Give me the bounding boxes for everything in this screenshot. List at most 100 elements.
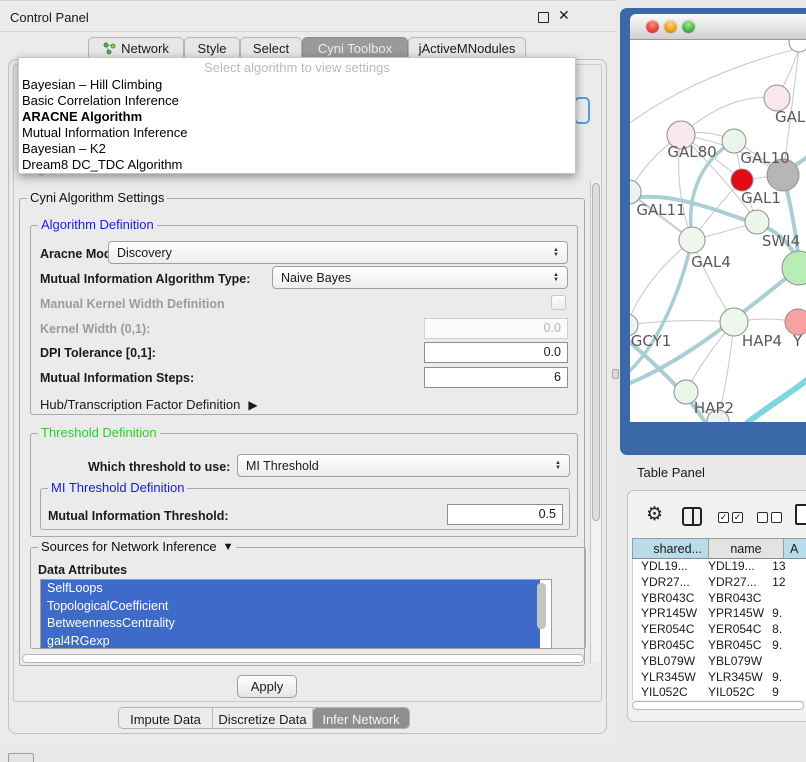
- tab-jactivemnodules[interactable]: jActiveMNodules: [408, 37, 526, 59]
- zoom-window-light[interactable]: [682, 20, 695, 33]
- table-cell: [766, 591, 806, 607]
- data-attribute-option[interactable]: SelfLoops: [41, 580, 540, 598]
- table-hscrollbar-thumb[interactable]: [632, 701, 804, 710]
- table-cell: 9.: [766, 638, 806, 654]
- settings-hscrollbar-thumb[interactable]: [22, 654, 584, 663]
- mi-threshold-input[interactable]: 0.5: [447, 504, 563, 525]
- float-window-button[interactable]: [538, 12, 549, 23]
- table-row[interactable]: YPR145WYPR145W9.: [633, 606, 806, 622]
- table-row[interactable]: YDR27...YDR27...12: [633, 575, 806, 591]
- algorithm-option[interactable]: Bayesian – Hill Climbing: [19, 77, 575, 93]
- settings-scrollbar-thumb[interactable]: [592, 183, 600, 521]
- network-node[interactable]: [745, 210, 769, 234]
- table-cell: YER054C: [633, 622, 700, 638]
- node-label-gal11: GAL11: [636, 201, 685, 219]
- data-attribute-option[interactable]: gal4RGexp: [41, 633, 540, 650]
- table-cell: YBR045C: [633, 638, 700, 654]
- export-table-icon[interactable]: [795, 504, 806, 525]
- stepper-icon: ▲ ▼: [553, 273, 559, 283]
- table-row[interactable]: YDL19...YDL19...13: [633, 559, 806, 575]
- dpi-tolerance-input[interactable]: 0.0: [424, 342, 568, 363]
- node-label-gal10: GAL10: [740, 149, 789, 167]
- tab-network[interactable]: Network: [88, 37, 184, 59]
- network-node-gal1[interactable]: [731, 169, 753, 191]
- network-edge[interactable]: [630, 240, 692, 325]
- application: Control Panel ✕ Network Style Select Cyni T…: [0, 0, 806, 762]
- table-cell: 9.: [766, 670, 806, 686]
- algorithm-dropdown-placeholder: Select algorithm to view settings: [19, 58, 575, 77]
- algorithm-combo-fragment[interactable]: [574, 97, 590, 124]
- close-window-light[interactable]: [646, 20, 659, 33]
- expander-arrow-icon: ▶: [248, 398, 257, 412]
- select-all-columns-icon[interactable]: ✓ ✓: [718, 512, 743, 523]
- node-label-hap2: HAP2: [694, 399, 734, 417]
- network-node-gal4[interactable]: [679, 227, 705, 253]
- algorithm-option[interactable]: Mutual Information Inference: [19, 125, 575, 141]
- manual-kernel-width-checkbox[interactable]: [551, 295, 566, 310]
- tab-cyni-toolbox[interactable]: Cyni Toolbox: [302, 37, 408, 59]
- hub-factor-expander[interactable]: Hub/Transcription Factor Definition ▶: [40, 397, 258, 412]
- tab-discretize-data[interactable]: Discretize Data: [213, 708, 313, 729]
- settings-scrollbar-track[interactable]: [590, 181, 601, 663]
- sources-group-title[interactable]: Sources for Network Inference ▼: [38, 539, 236, 554]
- network-edge[interactable]: [630, 321, 734, 325]
- table-row[interactable]: YER054CYER054C8.: [633, 622, 806, 638]
- table-cell: YBL079W: [633, 654, 700, 670]
- tab-label: Style: [198, 41, 227, 56]
- apply-button[interactable]: Apply: [237, 675, 297, 698]
- tab-label: Cyni Toolbox: [318, 41, 392, 56]
- tab-select[interactable]: Select: [240, 37, 302, 59]
- which-threshold-select[interactable]: MI Threshold ▲ ▼: [237, 454, 570, 477]
- minimize-window-light[interactable]: [664, 20, 677, 33]
- deselect-all-columns-icon[interactable]: [757, 512, 782, 523]
- algorithm-option[interactable]: Bayesian – K2: [19, 141, 575, 157]
- mi-steps-input[interactable]: 6: [424, 367, 568, 388]
- column-layout-icon[interactable]: [682, 507, 702, 526]
- network-edge[interactable]: [747, 380, 806, 422]
- algorithm-option[interactable]: Dream8 DC_TDC Algorithm: [19, 157, 575, 173]
- algorithm-option[interactable]: Basic Correlation Inference: [19, 93, 575, 109]
- table-cell: YLR345W: [700, 670, 766, 686]
- column-header-2[interactable]: name: [709, 538, 784, 559]
- table-settings-gear-icon[interactable]: ⚙: [646, 503, 663, 526]
- checked-box-icon: ✓: [718, 512, 729, 523]
- tab-infer-network[interactable]: Infer Network: [313, 708, 409, 729]
- tab-style[interactable]: Style: [184, 37, 240, 59]
- column-header-3[interactable]: A: [784, 538, 806, 559]
- table-cell: YPR145W: [700, 606, 766, 622]
- close-panel-button[interactable]: ✕: [558, 7, 570, 24]
- table-cell: YER054C: [700, 622, 766, 638]
- aracne-mode-select[interactable]: Discovery ▲ ▼: [108, 241, 568, 264]
- table-cell: YBR045C: [700, 638, 766, 654]
- table-cell: YLR345W: [633, 670, 700, 686]
- table-row[interactable]: YLR345WYLR345W9.: [633, 670, 806, 686]
- network-edge[interactable]: [681, 97, 777, 135]
- data-attributes-label: Data Attributes: [38, 563, 127, 577]
- network-canvas[interactable]: GAL2GAL80GAL10GAL1GAL11SWI4GAL4GCY1HAP4Y…: [630, 40, 806, 422]
- list-scrollbar-thumb[interactable]: [537, 583, 546, 629]
- table-cell: YPR145W: [633, 606, 700, 622]
- data-attribute-option[interactable]: BetweennessCentrality: [41, 615, 540, 633]
- table-row[interactable]: YIL052CYIL052C9: [633, 685, 806, 700]
- data-attribute-option[interactable]: TopologicalCoefficient: [41, 598, 540, 616]
- node-label-gal4: GAL4: [691, 253, 731, 271]
- partial-corner-button[interactable]: [8, 753, 34, 762]
- cyni-bottom-tab-bar: Impute DataDiscretize DataInfer Network: [118, 707, 410, 729]
- kernel-width-input[interactable]: 0.0: [424, 318, 568, 339]
- algorithm-dropdown: Select algorithm to view settings Bayesi…: [18, 57, 576, 174]
- node-label-swi4: SWI4: [762, 232, 800, 250]
- table-row[interactable]: YBR043CYBR043C: [633, 591, 806, 607]
- collapse-arrow-icon: ▼: [223, 541, 234, 553]
- mi-algorithm-type-select[interactable]: Naive Bayes ▲ ▼: [272, 266, 568, 289]
- table-row[interactable]: YBR045CYBR045C9.: [633, 638, 806, 654]
- data-attributes-list[interactable]: SelfLoopsTopologicalCoefficientBetweenne…: [40, 579, 552, 649]
- column-header-1[interactable]: shared...: [633, 538, 709, 559]
- stepper-icon: ▲ ▼: [553, 248, 559, 258]
- table-cell: 9: [766, 685, 806, 700]
- algorithm-option[interactable]: ARACNE Algorithm: [19, 109, 575, 125]
- table-row[interactable]: YBL079WYBL079W: [633, 654, 806, 670]
- down-arrow-icon: ▼: [553, 253, 559, 258]
- control-panel-title: Control Panel: [10, 10, 89, 25]
- tab-impute-data[interactable]: Impute Data: [119, 708, 213, 729]
- panel-splitter-grip[interactable]: [612, 369, 619, 379]
